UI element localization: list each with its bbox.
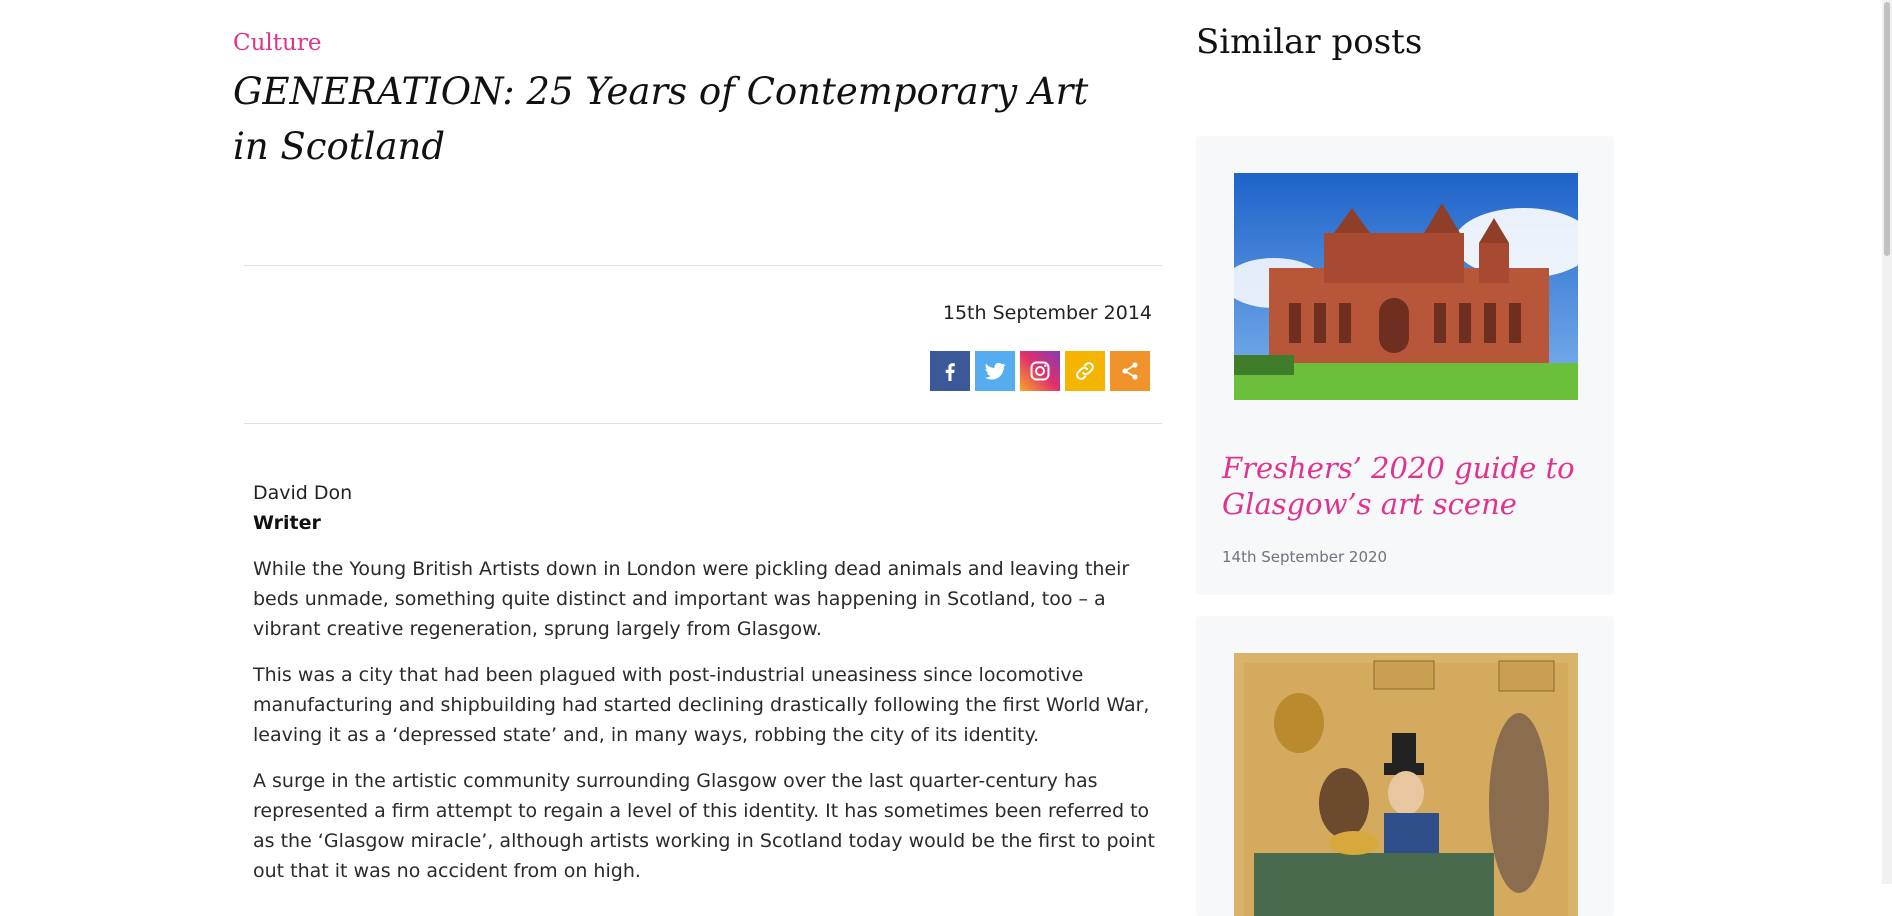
twitter-share-button[interactable] xyxy=(975,351,1015,391)
more-share-button[interactable] xyxy=(1110,351,1150,391)
caricature-illustration xyxy=(1234,653,1578,916)
similar-post-card[interactable]: Freshers’ 2020 guide to Glasgow’s art sc… xyxy=(1196,136,1614,595)
twitter-icon xyxy=(985,362,1006,380)
divider-top xyxy=(244,265,1162,266)
instagram-icon xyxy=(1030,361,1050,381)
article-body: David Don Writer While the Young British… xyxy=(253,478,1158,886)
article-paragraph: While the Young British Artists down in … xyxy=(253,558,1130,640)
post-thumbnail-image[interactable] xyxy=(1234,173,1578,400)
share-icon xyxy=(1122,362,1138,380)
facebook-icon xyxy=(945,363,955,381)
vertical-scrollbar[interactable] xyxy=(1882,0,1892,884)
scrollbar-thumb[interactable] xyxy=(1884,2,1890,256)
divider-bottom xyxy=(244,423,1162,424)
copy-link-icon xyxy=(1076,362,1094,380)
article-title: GENERATION: 25 Years of Contemporary Art… xyxy=(233,70,1089,168)
similar-post-title[interactable]: Freshers’ 2020 guide to Glasgow’s art sc… xyxy=(1222,450,1592,522)
similar-post-date: 14th September 2020 xyxy=(1222,548,1388,566)
author-role: Writer xyxy=(253,512,321,534)
article-date: 15th September 2014 xyxy=(942,302,1152,324)
copy-link-button[interactable] xyxy=(1065,351,1105,391)
facebook-share-button[interactable] xyxy=(930,351,970,391)
author-name: David Don xyxy=(253,482,353,504)
article-paragraph: This was a city that had been plagued wi… xyxy=(253,664,1150,746)
category-link[interactable]: Culture xyxy=(233,30,321,56)
article-paragraph: A surge in the artistic community surrou… xyxy=(253,770,1155,882)
similar-posts-heading: Similar posts xyxy=(1196,22,1423,62)
museum-illustration xyxy=(1234,173,1578,400)
instagram-share-button[interactable] xyxy=(1020,351,1060,391)
share-bar xyxy=(930,351,1150,391)
similar-post-card[interactable] xyxy=(1196,616,1614,916)
post-thumbnail-image[interactable] xyxy=(1234,653,1578,916)
